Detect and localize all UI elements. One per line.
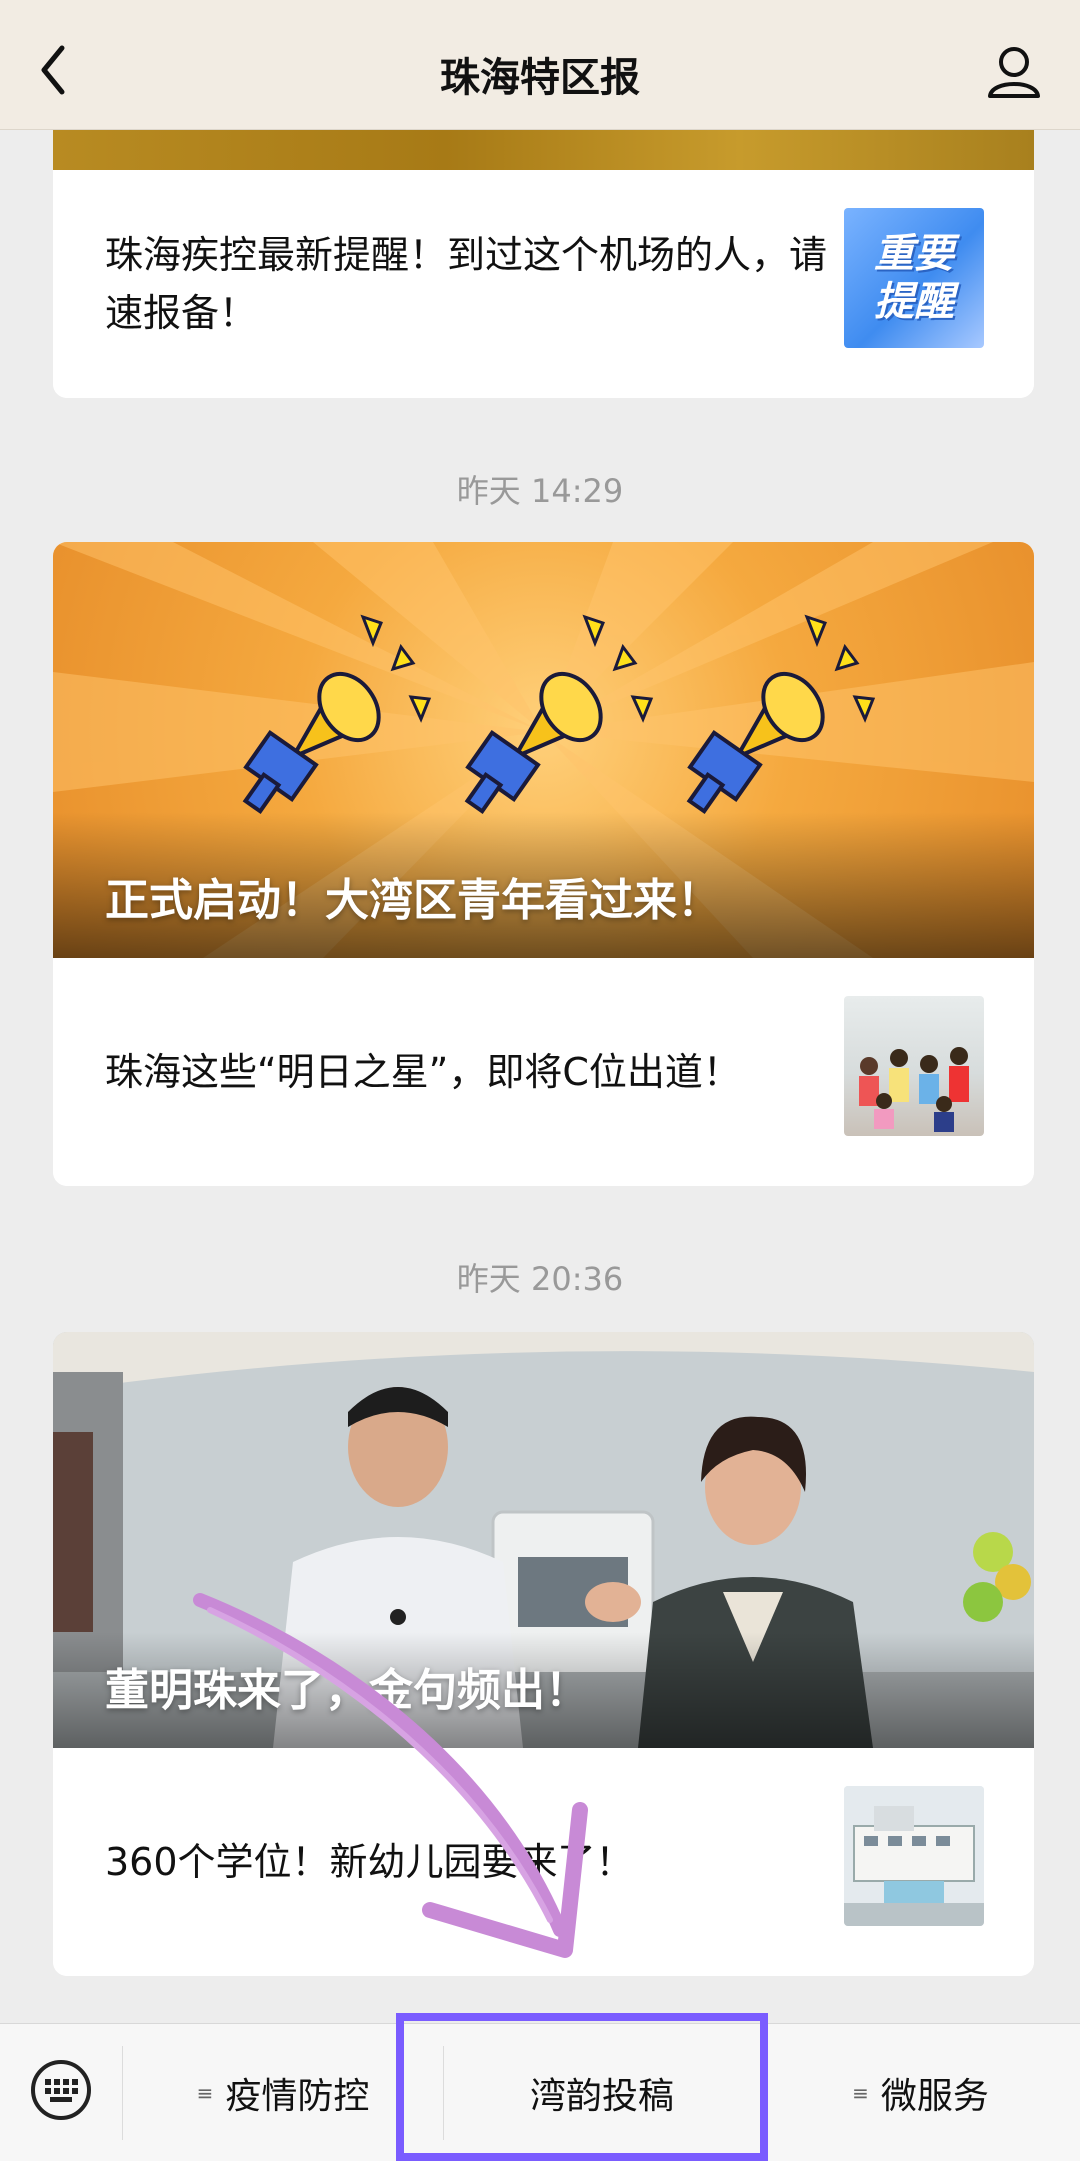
menu-lines-icon: ≡ xyxy=(852,2081,869,2105)
hero-image[interactable]: 董明珠来了，金句频出！ xyxy=(53,1332,1034,1748)
hero-image[interactable]: 正式启动！大湾区青年看过来！ xyxy=(53,542,1034,958)
menu-item-label: 湾韵投稿 xyxy=(529,2076,674,2117)
article-card-3: 董明珠来了，金句频出！ 360个学位！新幼儿园要来了！ xyxy=(53,1332,1034,1976)
article-row[interactable]: 珠海疾控最新提醒！到过这个机场的人，请速报备！ 重要提醒 xyxy=(53,170,1034,398)
thumbnail-text: 重要提醒 xyxy=(874,231,954,325)
page-title: 珠海特区报 xyxy=(440,55,640,101)
profile-icon[interactable] xyxy=(984,42,1044,102)
article-card-2: 正式启动！大湾区青年看过来！ 珠海这些“明日之星”，即将C位出道！ xyxy=(53,542,1034,1186)
kindergarten-photo xyxy=(844,1786,984,1926)
top-nav-bar: 珠海特区报 xyxy=(0,0,1080,130)
timestamp-label: 昨天 14:29 xyxy=(456,472,624,510)
article-thumbnail: 重要提醒 xyxy=(844,208,984,348)
menu-lines-icon: ≡ xyxy=(196,2081,214,2105)
keyboard-icon[interactable] xyxy=(30,2059,92,2121)
article-row[interactable]: 360个学位！新幼儿园要来了！ xyxy=(53,1748,1034,1976)
article-title: 360个学位！新幼儿园要来了！ xyxy=(105,1840,634,1884)
menu-item-label: 疫情防控 xyxy=(225,2076,370,2117)
hero-caption: 董明珠来了，金句频出！ xyxy=(105,1665,589,1716)
article-thumbnail xyxy=(844,996,984,1136)
menu-item-epidemic-control[interactable]: ≡ 疫情防控 xyxy=(123,2024,443,2161)
children-photo xyxy=(859,1047,969,1132)
menu-item-micro-service[interactable]: ≡ 微服务 xyxy=(761,2024,1080,2161)
article-row[interactable]: 珠海这些“明日之星”，即将C位出道！ xyxy=(53,958,1034,1186)
article-card-1: 珠海疾控最新提醒！到过这个机场的人，请速报备！ 重要提醒 xyxy=(53,130,1034,398)
menu-item-label: 微服务 xyxy=(880,2076,989,2117)
article-title: 珠海这些“明日之星”，即将C位出道！ xyxy=(105,1050,741,1094)
hero-image-strip xyxy=(53,130,1034,170)
article-title: 珠海疾控最新提醒！到过这个机场的人，请速报备！ xyxy=(105,233,828,335)
hero-caption: 正式启动！大湾区青年看过来！ xyxy=(105,875,721,926)
timestamp-label: 昨天 20:36 xyxy=(456,1260,624,1298)
menu-item-submission[interactable]: 湾韵投稿 xyxy=(444,2024,760,2161)
article-thumbnail xyxy=(844,1786,984,1926)
bottom-menu-bar: ≡ 疫情防控 湾韵投稿 ≡ 微服务 xyxy=(0,2023,1080,2161)
